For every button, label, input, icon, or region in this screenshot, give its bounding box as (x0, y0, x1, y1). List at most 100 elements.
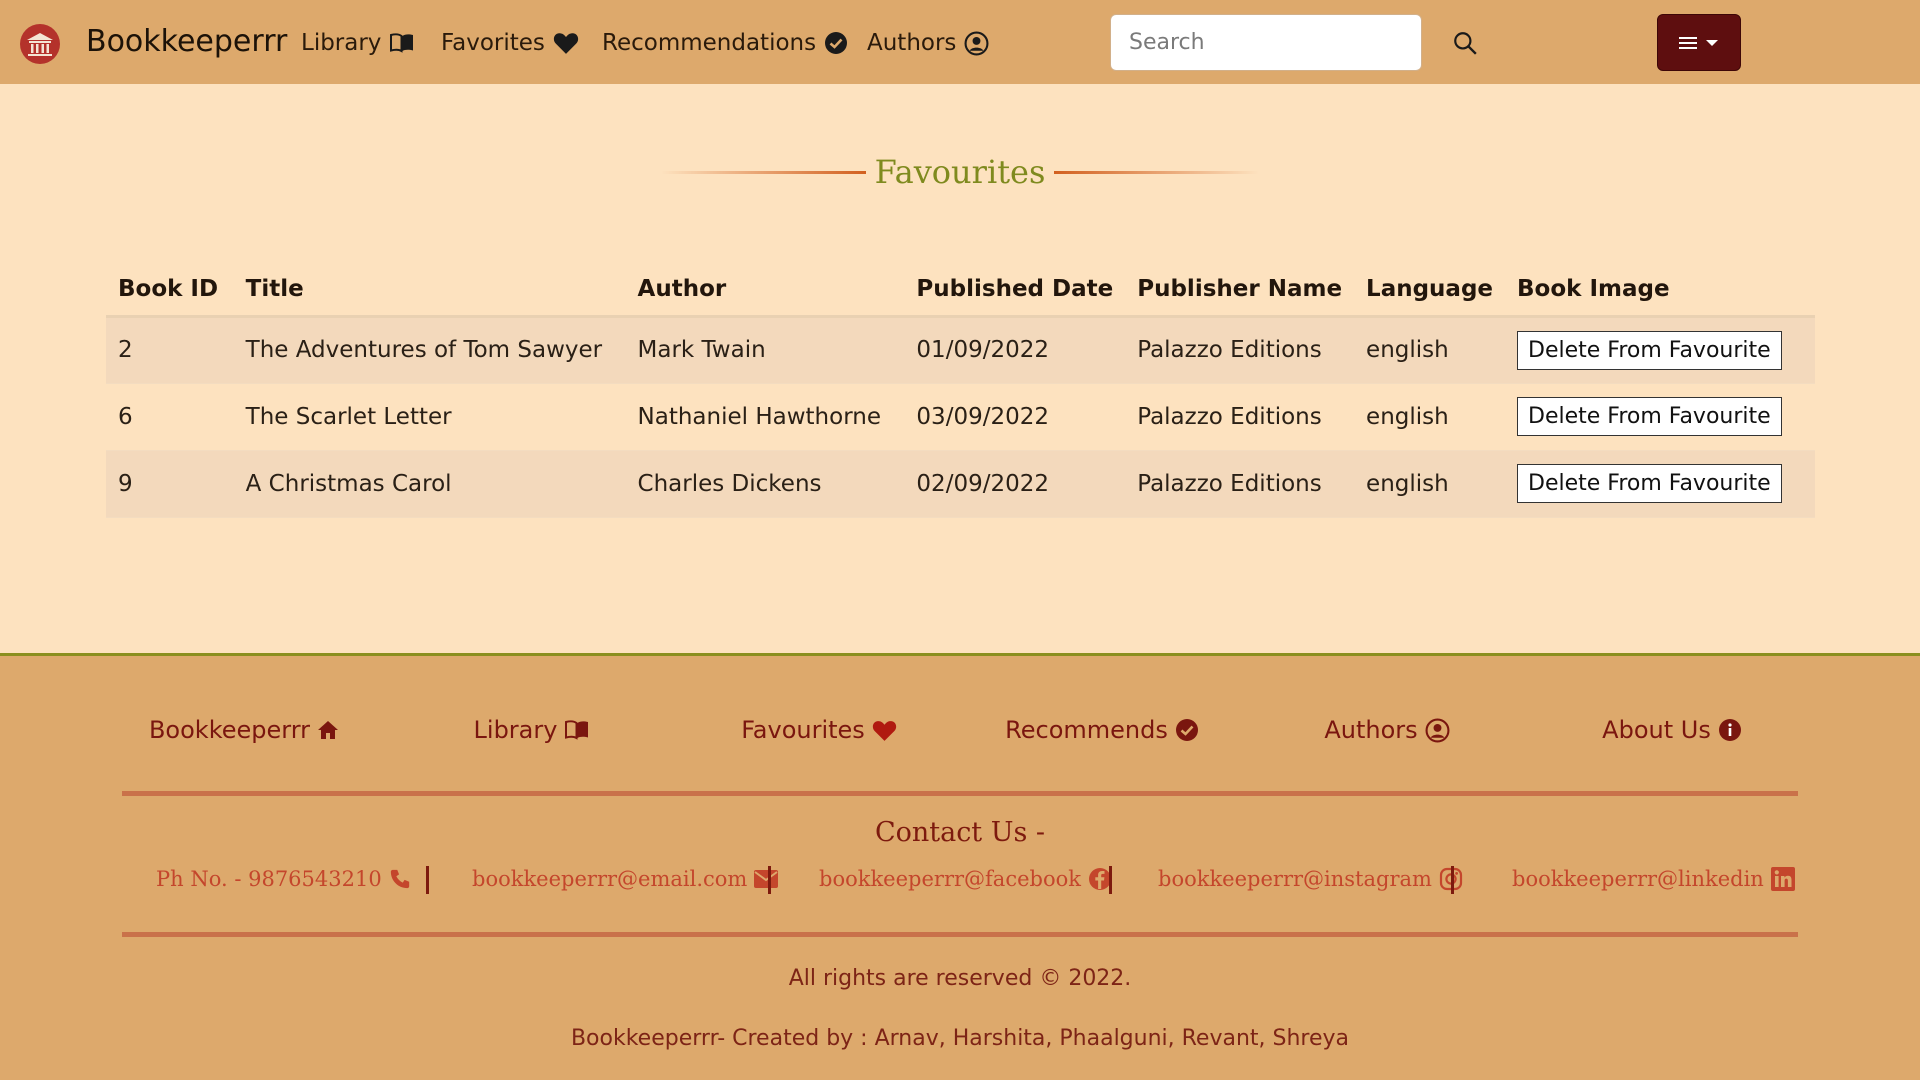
column-header: Author (625, 264, 905, 318)
published-date-cell: 01/09/2022 (904, 316, 1126, 384)
footer-link-favourites[interactable]: Favourites (679, 712, 959, 748)
contact-separator (1109, 866, 1112, 894)
footer-link-favourites-label: Favourites (741, 716, 865, 744)
delete-from-favourite-button[interactable]: Delete From Favourite (1517, 464, 1782, 503)
delete-from-favourite-button[interactable]: Delete From Favourite (1517, 330, 1782, 370)
check-circle-icon (1175, 719, 1198, 741)
contact-instagram-label: bookkeeperrr@instagram (1158, 867, 1432, 891)
table-row: 9 A Christmas Carol Charles Dickens 02/0… (106, 450, 1815, 518)
nav-link-library-label: Library (301, 30, 382, 56)
heart-icon (553, 33, 579, 54)
book-id-cell: 2 (106, 316, 234, 384)
footer-link-recommends[interactable]: Recommends (962, 712, 1242, 748)
nav-link-library[interactable]: Library (301, 24, 415, 62)
language-cell: english (1354, 450, 1506, 518)
title-cell: The Adventures of Tom Sawyer (233, 316, 626, 384)
title-cell: The Scarlet Letter (233, 383, 626, 451)
language-cell: english (1354, 383, 1506, 451)
contact-phone[interactable]: Ph No. - 9876543210 (156, 864, 411, 894)
search-button[interactable] (1448, 26, 1482, 60)
home-icon (318, 721, 339, 739)
contact-separator (1451, 866, 1454, 894)
contact-phone-label: Ph No. - 9876543210 (156, 867, 382, 891)
publisher-cell: Palazzo Editions (1125, 450, 1355, 518)
action-cell: Delete From Favourite (1505, 383, 1815, 451)
column-header: Published Date (904, 264, 1126, 318)
footer-link-authors[interactable]: Authors (1247, 712, 1527, 748)
book-open-icon (390, 33, 414, 53)
contact-instagram[interactable]: bookkeeperrr@instagram (1158, 864, 1463, 894)
phone-icon (390, 869, 409, 889)
contact-facebook[interactable]: bookkeeperrr@facebook (819, 864, 1112, 894)
language-cell: english (1354, 316, 1506, 384)
contact-separator (768, 866, 771, 894)
column-header: Title (233, 264, 626, 318)
library-logo-icon[interactable] (20, 24, 60, 64)
user-circle-icon (964, 31, 989, 55)
book-open-icon (565, 720, 589, 740)
copyright-text: All rights are reserved © 2022. (788, 966, 1132, 991)
credits-text: Bookkeeperrr- Created by : Arnav, Harshi… (570, 1026, 1350, 1051)
nav-link-favorites-label: Favorites (441, 30, 545, 56)
page-heading: Favourites (0, 150, 1920, 194)
user-circle-icon (1425, 718, 1450, 742)
caret-down-icon (1706, 39, 1718, 46)
published-date-cell: 03/09/2022 (904, 383, 1126, 451)
footer-divider (122, 932, 1798, 937)
nav-link-authors[interactable]: Authors (867, 24, 989, 62)
envelope-icon (754, 870, 779, 888)
footer-link-about-us-label: About Us (1602, 716, 1711, 744)
nav-link-recommendations[interactable]: Recommendations (602, 24, 848, 62)
heading-divider-left (660, 170, 866, 174)
footer-link-recommends-label: Recommends (1005, 716, 1168, 744)
heart-icon (872, 720, 896, 741)
author-cell: Mark Twain (625, 316, 905, 384)
nav-link-recommendations-label: Recommendations (602, 30, 817, 56)
page-title: Favourites (874, 153, 1046, 191)
menu-dropdown-button[interactable] (1657, 14, 1741, 71)
search-icon (1454, 32, 1477, 55)
footer-link-home-label: Bookkeeperrr (148, 716, 311, 744)
published-date-cell: 02/09/2022 (904, 450, 1126, 518)
footer-link-library-label: Library (473, 716, 558, 744)
check-circle-icon (825, 32, 848, 54)
contact-separator (426, 866, 429, 894)
footer-link-authors-label: Authors (1324, 716, 1418, 744)
linkedin-icon (1770, 867, 1795, 891)
action-cell: Delete From Favourite (1505, 450, 1815, 518)
nav-link-favorites[interactable]: Favorites (441, 24, 579, 62)
table-row: 2 The Adventures of Tom Sawyer Mark Twai… (106, 316, 1815, 384)
brand-link[interactable]: Bookkeeperrr (86, 20, 287, 64)
footer-link-about-us[interactable]: About Us (1532, 712, 1812, 748)
heading-divider-right (1054, 170, 1260, 174)
search-input[interactable] (1110, 14, 1422, 71)
contact-email-label: bookkeeperrr@email.com (472, 867, 748, 891)
column-header: Book ID (106, 264, 234, 318)
table-header-row: Book ID Title Author Published Date Publ… (106, 264, 1815, 318)
contact-email[interactable]: bookkeeperrr@email.com (472, 864, 779, 894)
contact-title: Contact Us - (874, 817, 1046, 848)
publisher-cell: Palazzo Editions (1125, 316, 1355, 384)
book-id-cell: 9 (106, 450, 234, 518)
column-header: Publisher Name (1125, 264, 1355, 318)
favourites-table: Book ID Title Author Published Date Publ… (106, 264, 1815, 518)
delete-from-favourite-button[interactable]: Delete From Favourite (1517, 397, 1782, 436)
book-id-cell: 6 (106, 383, 234, 451)
footer: Bookkeeperrr Library Favourites Recommen… (0, 653, 1920, 1080)
author-cell: Nathaniel Hawthorne (625, 383, 905, 451)
table-row: 6 The Scarlet Letter Nathaniel Hawthorne… (106, 383, 1815, 451)
footer-link-home[interactable]: Bookkeeperrr (104, 712, 384, 748)
footer-divider (122, 791, 1798, 796)
nav-link-authors-label: Authors (867, 30, 957, 56)
contact-linkedin[interactable]: bookkeeperrr@linkedin (1512, 864, 1795, 894)
action-cell: Delete From Favourite (1505, 316, 1815, 384)
footer-link-library[interactable]: Library (392, 712, 672, 748)
contact-linkedin-label: bookkeeperrr@linkedin (1512, 867, 1764, 891)
author-cell: Charles Dickens (625, 450, 905, 518)
publisher-cell: Palazzo Editions (1125, 383, 1355, 451)
column-header: Book Image (1505, 264, 1815, 318)
title-cell: A Christmas Carol (233, 450, 626, 518)
hamburger-icon (1679, 36, 1697, 49)
info-icon (1718, 719, 1741, 741)
contact-facebook-label: bookkeeperrr@facebook (819, 867, 1081, 891)
